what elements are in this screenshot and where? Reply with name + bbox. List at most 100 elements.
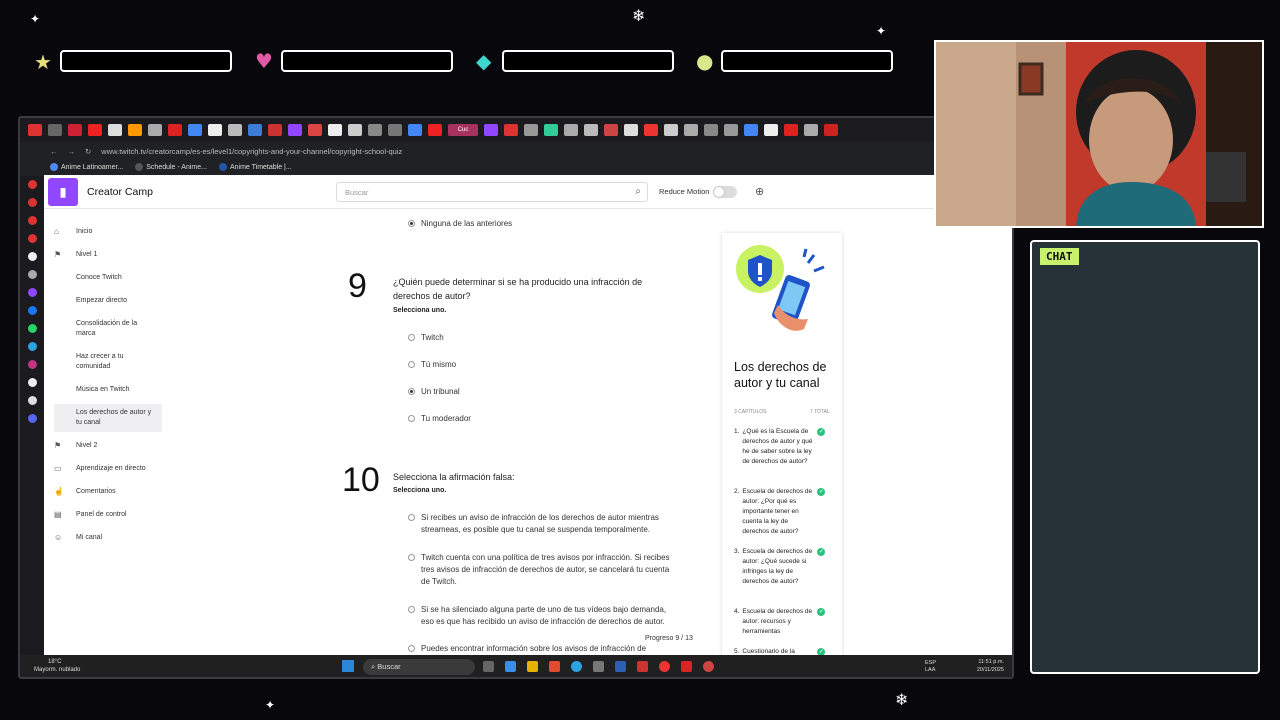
- chapter-item[interactable]: 4. Escuela de derechos de autor: recursos…: [734, 607, 834, 637]
- tab[interactable]: [48, 124, 62, 136]
- sidebar-app-icon[interactable]: [27, 360, 37, 369]
- reload-icon[interactable]: ↻: [85, 147, 91, 156]
- tab[interactable]: [268, 124, 282, 136]
- tab[interactable]: [328, 124, 342, 136]
- nav-item-mi-canal[interactable]: ☺ Mi canal: [54, 533, 162, 543]
- sidebar-app-icon[interactable]: [27, 252, 37, 261]
- site-title[interactable]: Creator Camp: [87, 186, 153, 198]
- tab[interactable]: [584, 124, 598, 136]
- tab[interactable]: [368, 124, 382, 136]
- reduce-motion-toggle[interactable]: [713, 186, 737, 198]
- quiz-option[interactable]: Si se ha silenciado alguna parte de uno …: [408, 604, 678, 628]
- tab[interactable]: [544, 124, 558, 136]
- tab[interactable]: [824, 124, 838, 136]
- tab[interactable]: [228, 124, 242, 136]
- weather-widget[interactable]: 18°C Mayorm. nublado: [34, 658, 80, 674]
- radio-button[interactable]: [408, 645, 415, 652]
- sidebar-app-icon[interactable]: [27, 288, 37, 297]
- chapter-item[interactable]: 1. ¿Qué es la Escuela de derechos de auto…: [734, 427, 834, 467]
- tab[interactable]: [388, 124, 402, 136]
- tab[interactable]: [308, 124, 322, 136]
- tab[interactable]: [288, 124, 302, 136]
- tab[interactable]: [168, 124, 182, 136]
- sidebar-app-icon[interactable]: [27, 180, 37, 189]
- forward-icon[interactable]: →: [68, 147, 76, 156]
- task-view-icon[interactable]: [483, 661, 494, 672]
- tab[interactable]: [624, 124, 638, 136]
- twitch-logo-icon[interactable]: ▮: [48, 178, 78, 206]
- radio-button[interactable]: [408, 334, 415, 341]
- edge-icon[interactable]: [571, 661, 582, 672]
- nav-item-comentarios[interactable]: ☝ Comentarios: [54, 487, 162, 497]
- tab[interactable]: [764, 124, 778, 136]
- tab[interactable]: [504, 124, 518, 136]
- nav-item-nivel-1[interactable]: ⚑ Nivel 1: [54, 250, 162, 260]
- tab[interactable]: [644, 124, 658, 136]
- nav-item-empezar-directo[interactable]: Empezar directo: [54, 296, 162, 306]
- tab[interactable]: [704, 124, 718, 136]
- nav-item-nivel-2[interactable]: ⚑ Nivel 2: [54, 441, 162, 451]
- sidebar-app-icon[interactable]: [27, 216, 37, 225]
- app-icon[interactable]: [637, 661, 648, 672]
- sidebar-app-icon[interactable]: [27, 396, 37, 405]
- tab[interactable]: [108, 124, 122, 136]
- tab[interactable]: [428, 124, 442, 136]
- address-bar[interactable]: ← → ↻ www.twitch.tv/creatorcamp/es-es/le…: [20, 142, 1012, 160]
- sidebar-app-icon[interactable]: [27, 234, 37, 243]
- tab[interactable]: [148, 124, 162, 136]
- taskbar-search[interactable]: ⌕ Buscar: [363, 659, 475, 675]
- tab[interactable]: [604, 124, 618, 136]
- tab[interactable]: [804, 124, 818, 136]
- radio-button[interactable]: [408, 388, 415, 395]
- nav-item-panel-control[interactable]: ▤ Panel de control: [54, 510, 162, 520]
- nav-item-haz-crecer[interactable]: Haz crecer a tu comunidad: [54, 352, 162, 372]
- sidebar-app-icon[interactable]: [27, 414, 37, 423]
- quiz-option[interactable]: Un tribunal: [408, 386, 460, 398]
- radio-button[interactable]: [408, 606, 415, 613]
- back-icon[interactable]: ←: [50, 147, 58, 156]
- nav-item-musica[interactable]: Música en Twitch: [54, 385, 162, 395]
- quiz-option[interactable]: Tú mismo: [408, 359, 456, 371]
- nav-item-inicio[interactable]: ⌂ Inicio: [54, 227, 162, 237]
- bookmark[interactable]: Anime Timetable |...: [218, 163, 292, 171]
- quiz-option[interactable]: Puedes encontrar información sobre los a…: [408, 643, 678, 655]
- sidebar-app-icon[interactable]: [27, 324, 37, 333]
- chapter-item[interactable]: 3. Escuela de derechos de autor: ¿Qué suc…: [734, 547, 834, 587]
- app-icon[interactable]: [549, 661, 560, 672]
- tab[interactable]: [684, 124, 698, 136]
- search-input[interactable]: Buscar ⌕: [336, 182, 648, 202]
- sidebar-app-icon[interactable]: [27, 198, 37, 207]
- search-icon[interactable]: ⌕: [635, 186, 641, 197]
- app-icon[interactable]: [505, 661, 516, 672]
- globe-icon[interactable]: ⊕: [755, 185, 764, 198]
- tab[interactable]: [128, 124, 142, 136]
- bookmark[interactable]: Schedule - Anime...: [135, 163, 207, 171]
- language-indicator[interactable]: ESP LAA: [925, 660, 936, 674]
- quiz-option[interactable]: Tu moderador: [408, 413, 471, 425]
- nav-item-conoce-twitch[interactable]: Conoce Twitch: [54, 273, 162, 283]
- opera-icon[interactable]: [681, 661, 692, 672]
- radio-button[interactable]: [408, 415, 415, 422]
- chapter-item[interactable]: 5. Cuestionario de la ✓: [734, 647, 834, 655]
- radio-button[interactable]: [408, 361, 415, 368]
- chrome-icon[interactable]: [659, 661, 670, 672]
- clock[interactable]: 11:51 p.m. 20/11/2025: [977, 658, 1004, 674]
- quiz-option[interactable]: Ninguna de las anteriores: [408, 218, 512, 230]
- tab[interactable]: [564, 124, 578, 136]
- sidebar-app-icon[interactable]: [27, 342, 37, 351]
- tab[interactable]: [188, 124, 202, 136]
- radio-button[interactable]: [408, 554, 415, 561]
- app-icon[interactable]: [703, 661, 714, 672]
- tab[interactable]: [484, 124, 498, 136]
- tab[interactable]: [724, 124, 738, 136]
- sidebar-app-icon[interactable]: [27, 270, 37, 279]
- tab[interactable]: [408, 124, 422, 136]
- tab[interactable]: [28, 124, 42, 136]
- tab[interactable]: [524, 124, 538, 136]
- tab[interactable]: [208, 124, 222, 136]
- sidebar-app-icon[interactable]: [27, 306, 37, 315]
- app-icon[interactable]: [593, 661, 604, 672]
- radio-button[interactable]: [408, 220, 415, 227]
- tab[interactable]: [664, 124, 678, 136]
- quiz-option[interactable]: Twitch cuenta con una política de tres a…: [408, 552, 678, 588]
